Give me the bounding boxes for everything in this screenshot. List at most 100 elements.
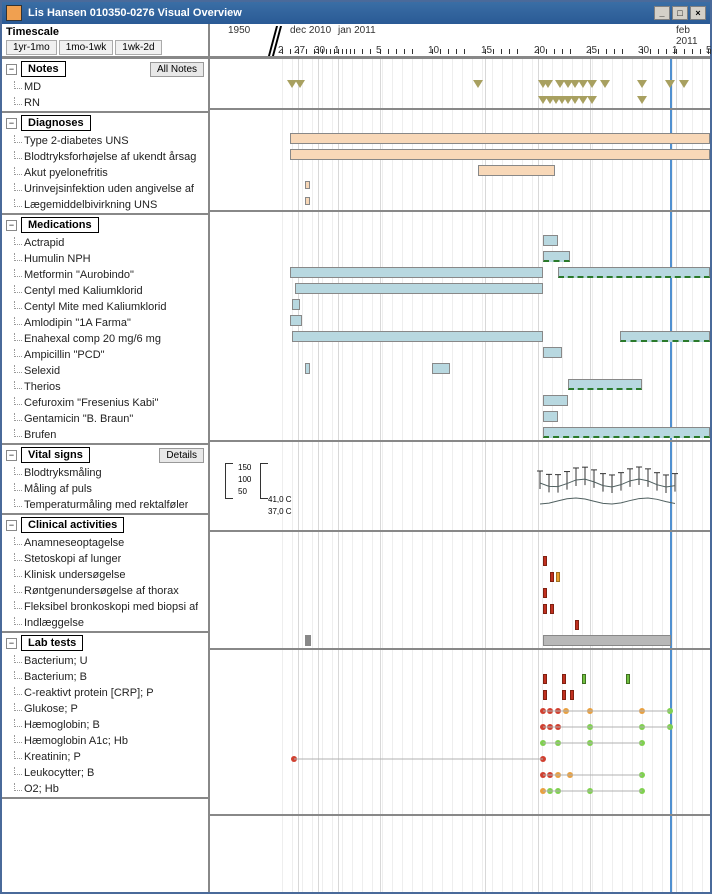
diagnosis-bar[interactable] (478, 165, 555, 176)
lab-point[interactable] (547, 724, 553, 730)
medication-bar[interactable] (295, 283, 543, 294)
lab-point[interactable] (555, 708, 561, 714)
lab-marker[interactable] (582, 674, 586, 684)
lab-point[interactable] (547, 772, 553, 778)
lab-point[interactable] (555, 724, 561, 730)
minimize-button[interactable]: _ (654, 6, 670, 20)
row-label: Actrapid (24, 237, 64, 249)
row: Kreatinin; P (2, 749, 208, 765)
lab-point[interactable] (587, 724, 593, 730)
lab-point[interactable] (563, 708, 569, 714)
lab-point[interactable] (639, 772, 645, 778)
medication-bar[interactable] (290, 315, 302, 326)
clinical-marker[interactable] (543, 604, 547, 614)
note-marker[interactable] (587, 80, 597, 88)
lab-marker[interactable] (543, 690, 547, 700)
lab-point[interactable] (555, 740, 561, 746)
medication-bar[interactable] (543, 411, 558, 422)
collapse-button[interactable]: − (6, 638, 17, 649)
note-marker[interactable] (587, 96, 597, 104)
notes-button[interactable]: All Notes (150, 62, 204, 77)
clinical-marker[interactable] (556, 572, 560, 582)
collapse-button[interactable]: − (6, 520, 17, 531)
lab-point[interactable] (567, 772, 573, 778)
medication-bar[interactable] (543, 395, 568, 406)
vitals-button[interactable]: Details (159, 448, 204, 463)
medication-bar[interactable] (292, 331, 543, 342)
clinical-marker[interactable] (550, 572, 554, 582)
clinical-marker[interactable] (543, 588, 547, 598)
note-marker[interactable] (600, 80, 610, 88)
diagnosis-bar[interactable] (305, 181, 310, 189)
close-button[interactable]: × (690, 6, 706, 20)
row-label: Blodtryksforhøjelse af ukendt årsag (24, 151, 196, 163)
medication-bar[interactable] (432, 363, 450, 374)
lab-point[interactable] (587, 708, 593, 714)
lab-point[interactable] (587, 740, 593, 746)
lab-point[interactable] (540, 724, 546, 730)
lab-marker[interactable] (562, 690, 566, 700)
lab-point[interactable] (540, 772, 546, 778)
medication-bar[interactable] (543, 251, 570, 262)
lab-marker[interactable] (543, 674, 547, 684)
lab-point[interactable] (540, 756, 546, 762)
medication-bar[interactable] (543, 235, 558, 246)
sidebar: −NotesAll NotesMDRN−DiagnosesType 2-diab… (2, 59, 210, 892)
timeline[interactable]: 1501005041,0 C37,0 C (210, 59, 710, 892)
medication-bar[interactable] (292, 299, 300, 310)
clinical-marker[interactable] (543, 556, 547, 566)
lab-marker[interactable] (562, 674, 566, 684)
lab-point[interactable] (555, 788, 561, 794)
medication-bar[interactable] (305, 363, 310, 374)
lab-point[interactable] (547, 708, 553, 714)
note-marker[interactable] (543, 80, 553, 88)
diagnosis-bar[interactable] (290, 149, 710, 160)
lab-point[interactable] (540, 740, 546, 746)
lab-point[interactable] (547, 788, 553, 794)
lab-point[interactable] (639, 724, 645, 730)
row-label: Ampicillin "PCD" (24, 349, 105, 361)
lab-point[interactable] (291, 756, 297, 762)
row: Centyl Mite med Kaliumklorid (2, 299, 208, 315)
lab-marker[interactable] (626, 674, 630, 684)
row-label: Indlæggelse (24, 617, 84, 629)
lab-point[interactable] (587, 788, 593, 794)
clinical-marker[interactable] (575, 620, 579, 630)
row-label: Centyl Mite med Kaliumklorid (24, 301, 166, 313)
lab-point[interactable] (639, 788, 645, 794)
note-marker[interactable] (637, 80, 647, 88)
row: Klinisk undersøgelse (2, 567, 208, 583)
note-marker[interactable] (295, 80, 305, 88)
admission-bar[interactable] (543, 635, 671, 646)
medication-bar[interactable] (558, 267, 710, 278)
lab-point[interactable] (639, 740, 645, 746)
collapse-button[interactable]: − (6, 450, 17, 461)
medication-bar[interactable] (568, 379, 642, 390)
lab-point[interactable] (540, 788, 546, 794)
diagnosis-bar[interactable] (305, 197, 310, 205)
note-marker[interactable] (665, 80, 675, 88)
row: Blodtryksmåling (2, 465, 208, 481)
lab-point[interactable] (667, 708, 673, 714)
timescale-btn-1mo[interactable]: 1mo-1wk (59, 40, 114, 55)
maximize-button[interactable]: □ (672, 6, 688, 20)
collapse-button[interactable]: − (6, 118, 17, 129)
clinical-marker[interactable] (550, 604, 554, 614)
note-marker[interactable] (637, 96, 647, 104)
medication-bar[interactable] (543, 347, 562, 358)
collapse-button[interactable]: − (6, 64, 17, 75)
lab-marker[interactable] (570, 690, 574, 700)
lab-point[interactable] (555, 772, 561, 778)
diagnosis-bar[interactable] (290, 133, 710, 144)
note-marker[interactable] (679, 80, 689, 88)
note-marker[interactable] (473, 80, 483, 88)
collapse-button[interactable]: − (6, 220, 17, 231)
medication-bar[interactable] (290, 267, 543, 278)
timescale-btn-1yr[interactable]: 1yr-1mo (6, 40, 57, 55)
timescale-btn-1wk[interactable]: 1wk-2d (115, 40, 161, 55)
medication-bar[interactable] (620, 331, 710, 342)
lab-point[interactable] (540, 708, 546, 714)
lab-point[interactable] (639, 708, 645, 714)
medication-bar[interactable] (543, 427, 710, 438)
lab-point[interactable] (667, 724, 673, 730)
